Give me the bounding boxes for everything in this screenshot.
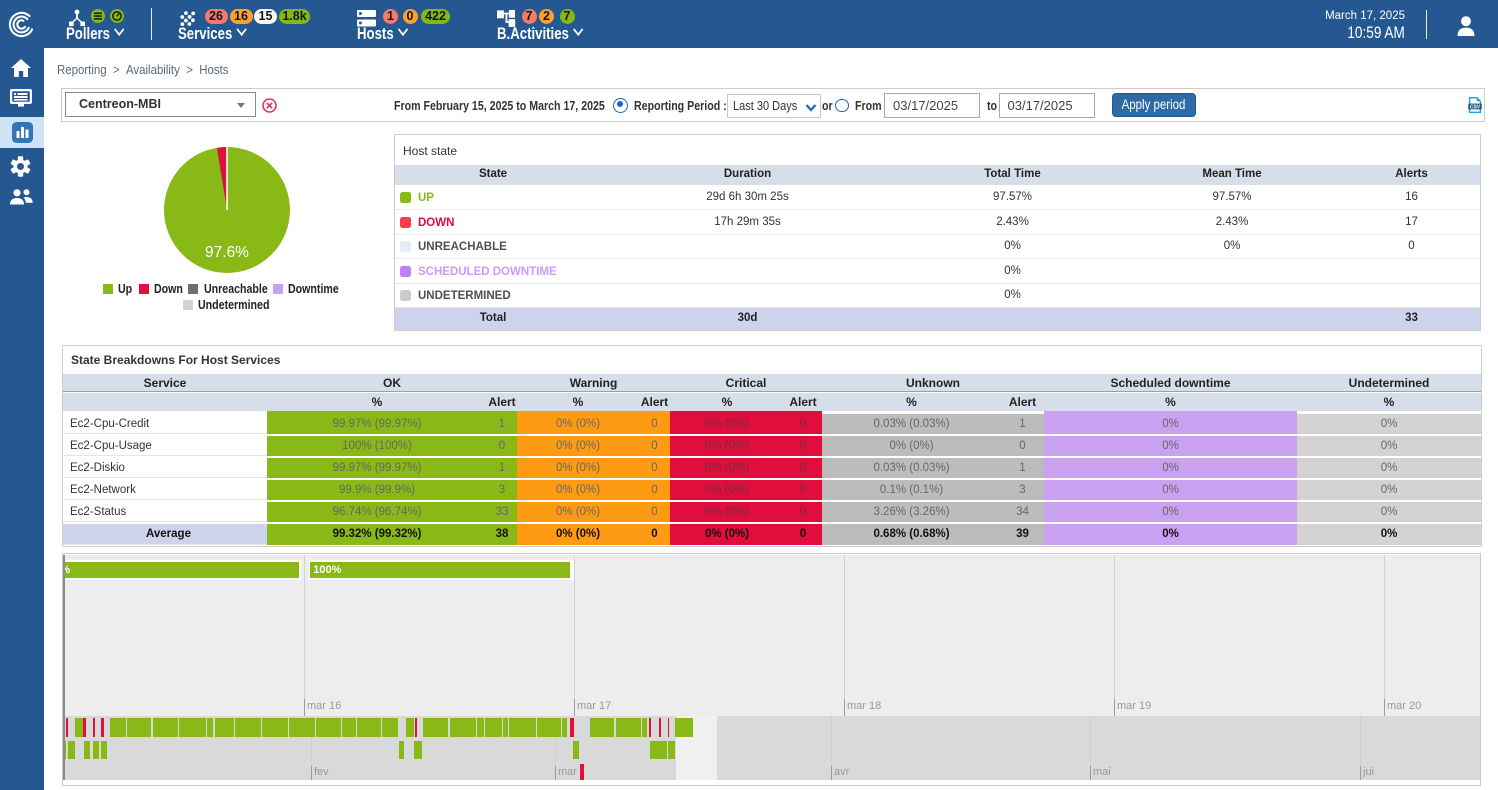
svg-text:97.6%: 97.6% (205, 244, 249, 261)
svg-text:CSV: CSV (1470, 104, 1481, 110)
